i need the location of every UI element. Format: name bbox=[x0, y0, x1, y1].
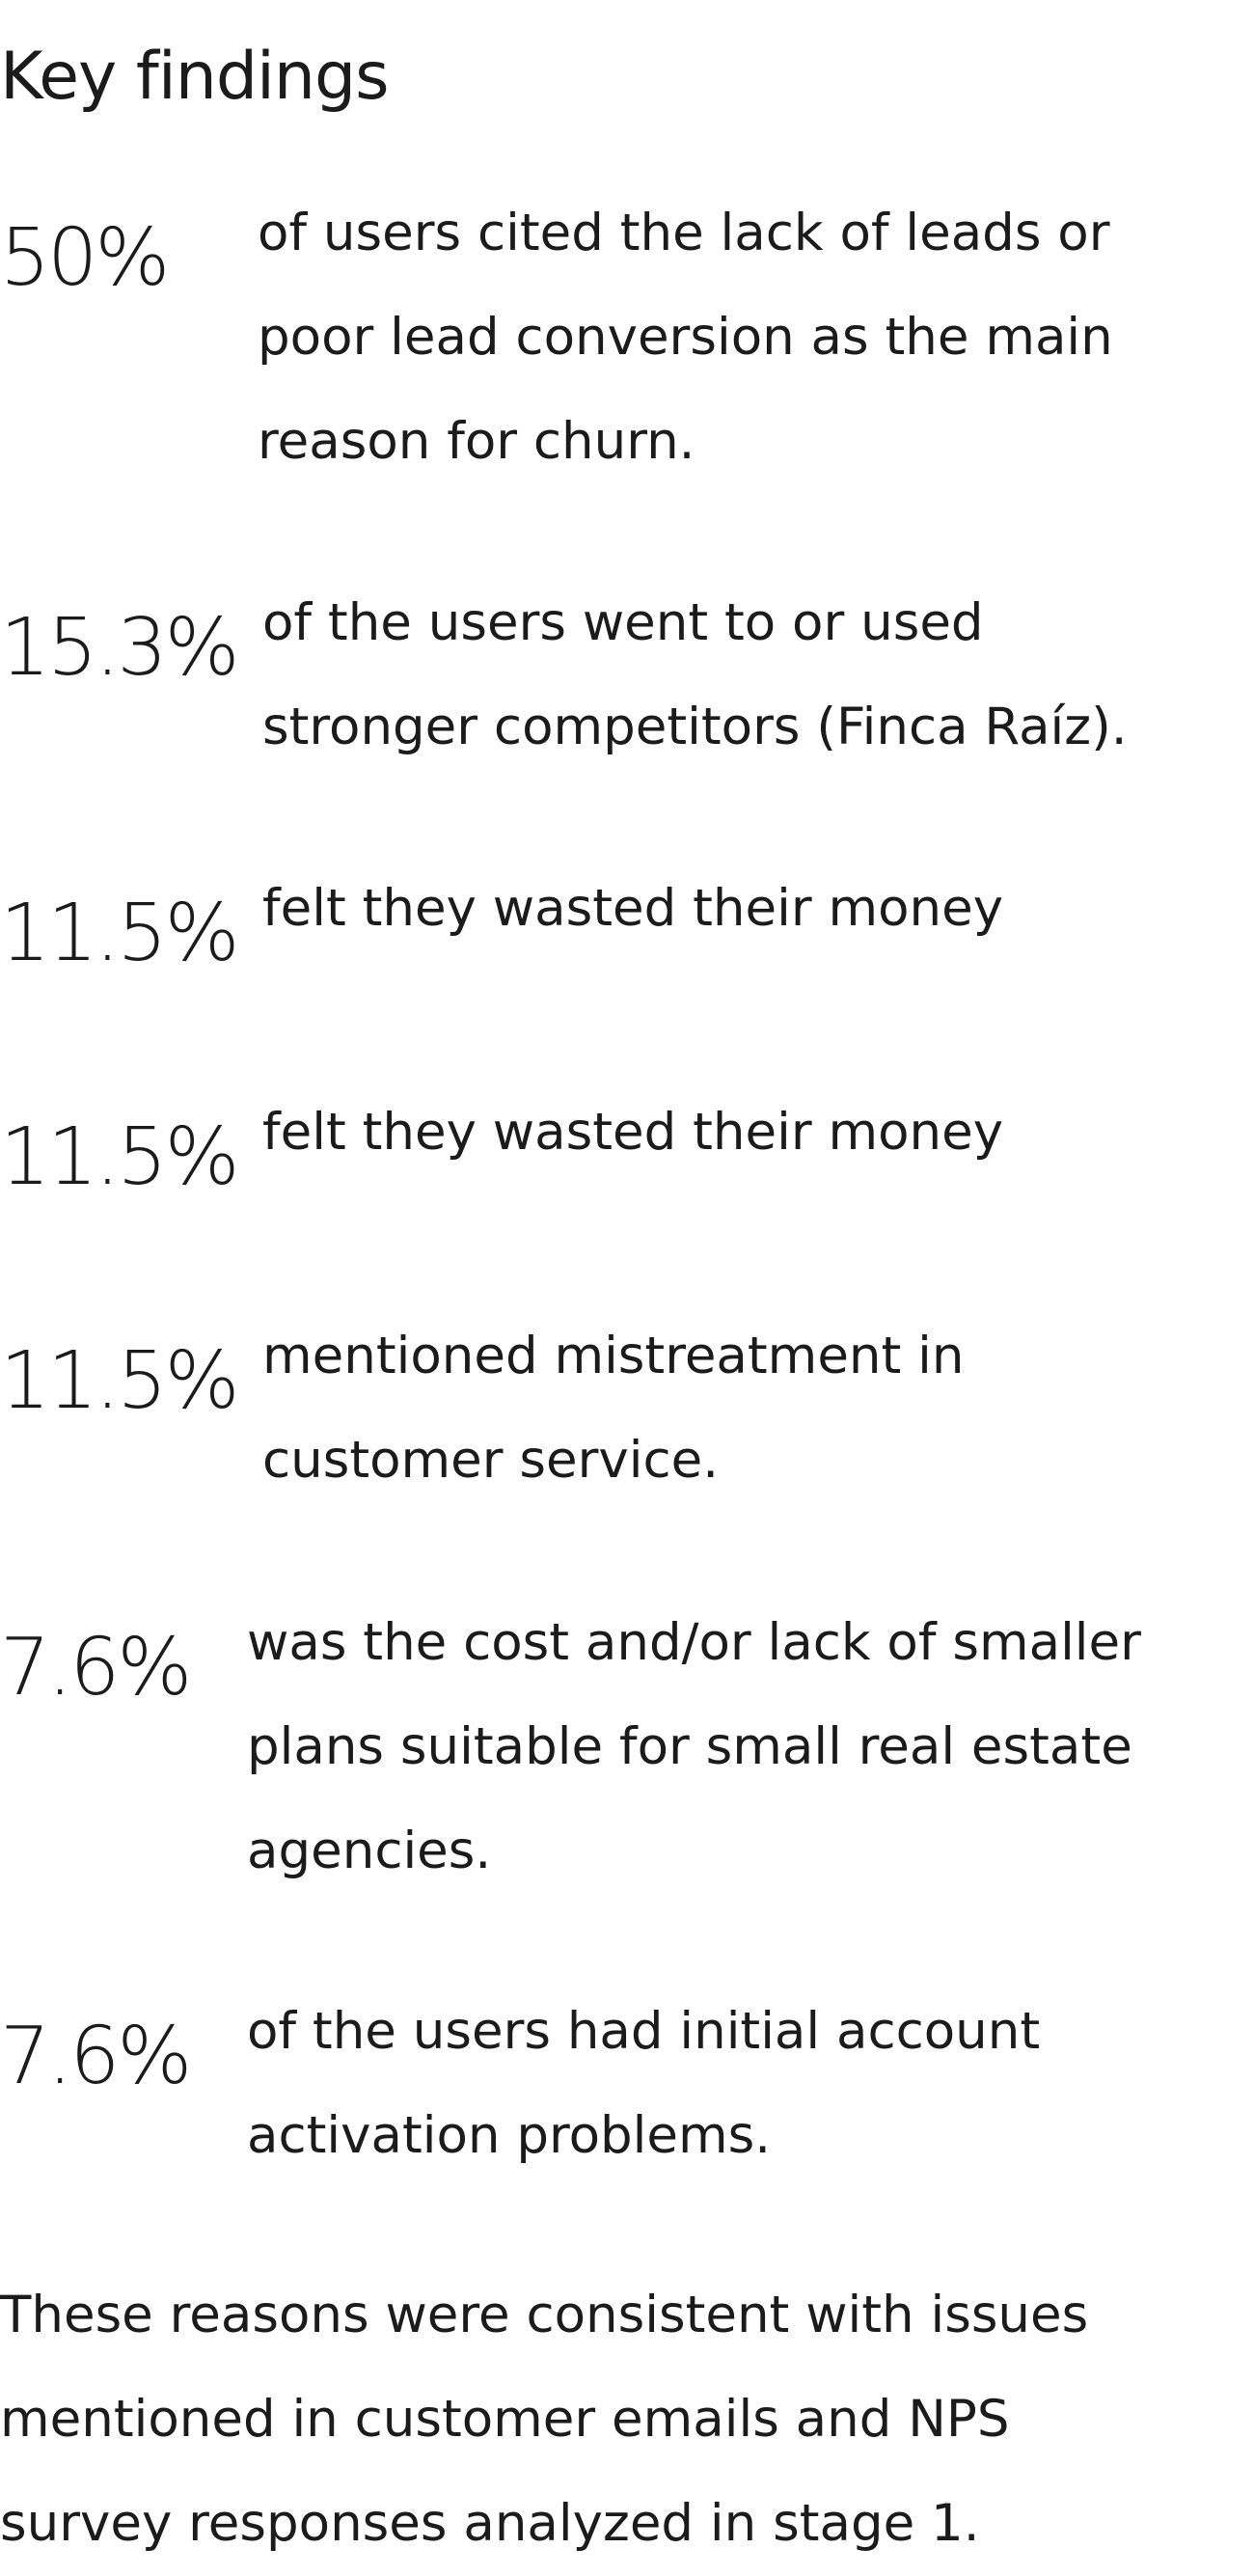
finding-description: mentioned mistreatment in customer servi… bbox=[262, 1304, 964, 1513]
summary-line: These reasons were consistent with issue… bbox=[0, 2286, 1089, 2344]
finding-description-line: felt they wasted their money bbox=[262, 1103, 1004, 1162]
finding-stat: 15.3% bbox=[0, 602, 239, 694]
summary-paragraph: These reasons were consistent with issue… bbox=[0, 2263, 1088, 2576]
finding-description: of the users had initial account activat… bbox=[247, 1980, 1040, 2188]
key-findings-page: Key findings 50% of users cited the lack… bbox=[0, 0, 1254, 2566]
finding-description-line: of the users had initial account bbox=[247, 2002, 1041, 2061]
finding-stat: 7.6% bbox=[0, 2011, 192, 2102]
finding-stat: 7.6% bbox=[0, 1622, 192, 1713]
finding-description: felt they wasted their money bbox=[262, 857, 1003, 961]
finding-description-line: of users cited the lack of leads or bbox=[258, 204, 1110, 262]
finding-stat: 11.5% bbox=[0, 1111, 239, 1203]
summary-line: mentioned in customer emails and NPS bbox=[0, 2390, 1010, 2449]
page-title: Key findings bbox=[0, 39, 390, 115]
finding-description-line: was the cost and/or lack of smaller bbox=[247, 1613, 1141, 1672]
finding-description-line: felt they wasted their money bbox=[262, 879, 1004, 938]
finding-description: felt they wasted their money bbox=[262, 1081, 1003, 1185]
finding-description-line: mentioned mistreatment in bbox=[262, 1327, 965, 1385]
finding-description: was the cost and/or lack of smaller plan… bbox=[247, 1591, 1141, 1904]
finding-description-line: of the users went to or used bbox=[262, 593, 984, 652]
finding-description-line: activation problems. bbox=[247, 2106, 772, 2165]
finding-description-line: poor lead conversion as the main bbox=[258, 308, 1113, 367]
finding-stat: 50% bbox=[0, 212, 170, 304]
finding-description-line: plans suitable for small real estate bbox=[247, 1717, 1132, 1776]
finding-description-line: reason for churn. bbox=[258, 412, 695, 471]
finding-description: of the users went to or used stronger co… bbox=[262, 571, 1128, 780]
summary-line: survey responses analyzed in stage 1. bbox=[0, 2494, 980, 2553]
finding-description-line: customer service. bbox=[262, 1431, 720, 1490]
finding-description: of users cited the lack of leads or poor… bbox=[258, 181, 1113, 494]
finding-stat: 11.5% bbox=[0, 1335, 239, 1427]
finding-description-line: agencies. bbox=[247, 1822, 492, 1880]
finding-stat: 11.5% bbox=[0, 888, 239, 979]
finding-description-line: stronger competitors (Finca Raíz). bbox=[262, 698, 1128, 756]
